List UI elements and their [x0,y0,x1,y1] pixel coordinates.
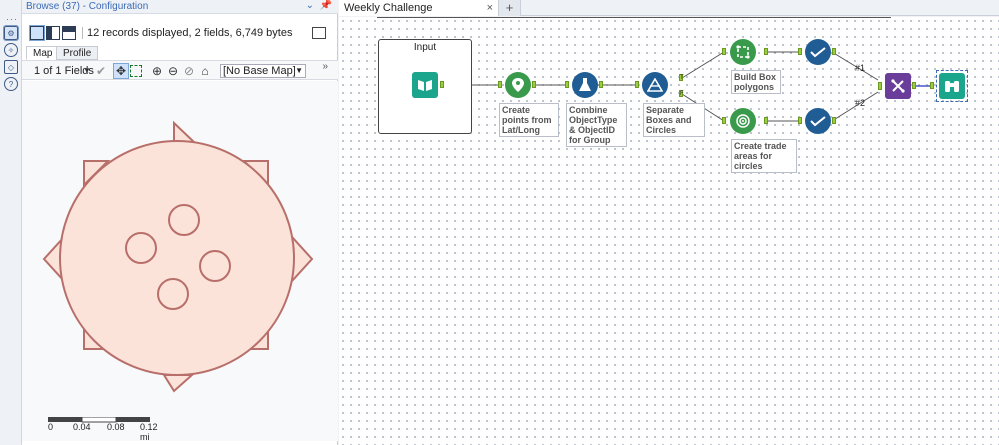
trade-area-circle [168,204,200,236]
trade-area-circle [59,140,295,376]
zoom-selection-icon[interactable]: ⊘ [182,64,196,78]
output-anchor[interactable] [764,48,768,55]
chevron-down-icon[interactable]: ⌄ [306,0,314,12]
layout-side-button[interactable] [46,26,60,40]
map-view[interactable]: 0 0.04 0.08 0.12 mi [22,81,338,442]
interface-icon[interactable]: ✧ [4,43,18,57]
output-anchor[interactable] [832,117,836,124]
layout-single-button[interactable] [29,25,45,41]
scale-label: 0 [48,422,54,432]
input-anchor[interactable] [930,82,934,89]
home-icon[interactable]: ⌂ [198,64,212,78]
close-icon[interactable]: × [487,0,493,16]
more-dots-icon[interactable]: ··· [6,14,18,24]
map-pin-icon [512,78,524,92]
dropdown-arrow-icon: ▼ [295,66,303,75]
input-anchor[interactable] [635,81,639,88]
document-tab-bar: Weekly Challenge 403_AR.yxmd* × + [339,0,999,30]
select-check-icon [810,47,826,58]
box-polygon [173,120,198,144]
configuration-gear-icon[interactable]: ⚙ [3,25,19,41]
create-points-label: Create points from Lat/Long [499,103,559,137]
zoom-in-icon[interactable]: ⊕ [150,64,164,78]
select-check-icon [810,116,826,127]
configuration-panel: Browse (37) - Configuration ⌄ 📌 12 recor… [22,0,338,445]
base-map-select[interactable]: [No Base Map] ▼ [220,64,306,78]
union-tool[interactable] [885,73,911,99]
connection-label-1: #1 [855,63,866,73]
scale-label: 0.04 [73,422,91,432]
trade-area-tool[interactable] [730,108,756,134]
input-anchor[interactable] [722,117,726,124]
input-anchor[interactable] [878,82,882,90]
box-polygon [291,234,314,284]
browse-tool[interactable] [939,73,965,99]
panel-title-bar: Browse (37) - Configuration ⌄ 📌 [22,0,338,14]
input-anchor[interactable] [798,117,802,124]
formula-label: Combine ObjectType & ObjectID for Group [566,103,627,147]
input-anchor[interactable] [498,81,502,88]
layout-stacked-button[interactable] [62,26,76,40]
flask-icon [579,78,591,91]
pin-icon[interactable]: 📌 [320,0,332,12]
box-polygon [162,374,195,393]
input-anchor[interactable] [798,48,802,55]
input-anchor[interactable] [565,81,569,88]
trade-area-label: Create trade areas for circles [731,139,797,173]
output-anchor[interactable] [599,81,603,88]
text-input-tool[interactable] [412,72,438,98]
dropdown-arrow-icon[interactable]: ▼ [80,64,94,78]
browse-toolbar: 12 records displayed, 2 fields, 6,749 by… [22,24,338,44]
filter-tool[interactable] [642,72,668,98]
base-map-value: [No Base Map] [223,65,296,77]
output-anchor[interactable] [440,81,444,88]
tab-workflow[interactable]: Weekly Challenge 403_AR.yxmd* × [339,0,499,30]
container-title: Input [413,42,437,53]
input-anchor[interactable] [722,48,726,55]
pan-icon[interactable]: ✥ [113,63,129,79]
output-anchor[interactable] [532,81,536,88]
left-icon-rail: ··· ⚙ ✧ ◇ ? [0,0,22,445]
formula-tool[interactable] [572,72,598,98]
scale-label: 0.12 mi [140,422,158,442]
filter-label: Separate Boxes and Circles [643,103,705,137]
union-icon [891,79,905,93]
target-icon [736,114,750,128]
select-tool-2[interactable] [805,108,831,134]
zoom-out-icon[interactable]: ⊖ [166,64,180,78]
tab-profile[interactable]: Profile [56,46,99,60]
trade-area-circle [125,232,157,264]
scale-bar: 0 0.04 0.08 0.12 mi [48,414,158,442]
create-points-tool[interactable] [505,72,531,98]
output-anchor[interactable] [832,48,836,55]
workflow-canvas[interactable]: Input Create points from Lat/Long Combin… [339,17,999,445]
poly-build-label: Build Box polygons [731,70,781,94]
records-info: 12 records displayed, 2 fields, 6,749 by… [82,27,292,39]
new-tab-button[interactable]: + [499,0,521,16]
polygon-build-icon [736,45,750,59]
book-icon [418,80,432,91]
filter-triangle-icon [647,78,663,92]
select-tool-1[interactable] [805,39,831,65]
poly-build-tool[interactable] [730,39,756,65]
map-toolbar: 1 of 1 Fields ▼ ✔ ✥ ⊕ ⊖ ⊘ ⌂ [No Base Map… [22,60,338,80]
true-anchor[interactable]: T [679,74,684,81]
tab-map[interactable]: Map [26,46,60,60]
help-icon[interactable]: ? [4,77,18,91]
scale-label: 0.08 [107,422,125,432]
output-anchor[interactable] [764,117,768,124]
output-anchor[interactable] [912,82,916,89]
panel-options-icon[interactable] [312,27,326,39]
checkmark-icon[interactable]: ✔ [94,64,108,78]
overflow-chevron-icon[interactable]: » [322,61,328,72]
trade-area-circle [157,278,189,310]
binoculars-icon [945,81,959,92]
select-region-icon[interactable] [130,65,142,77]
tag-icon[interactable]: ◇ [4,60,18,74]
trade-area-circle [199,250,231,282]
panel-title: Browse (37) - Configuration [26,1,149,12]
false-anchor[interactable]: F [679,90,684,97]
map-geometry [42,120,314,393]
connection-label-2: #2 [855,98,866,108]
